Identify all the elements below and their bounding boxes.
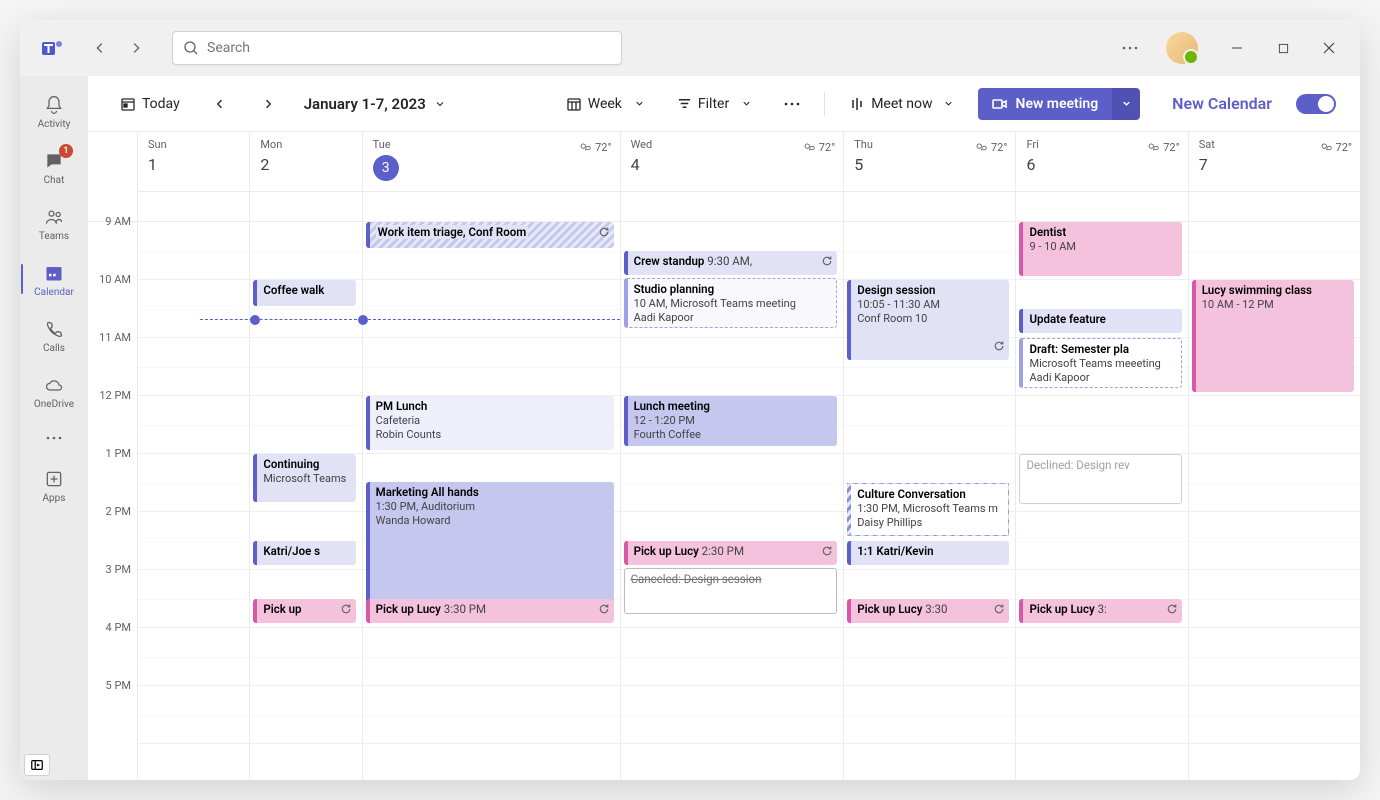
history-back-button[interactable] <box>84 32 116 64</box>
rail-apps[interactable]: Apps <box>21 458 87 512</box>
recurring-icon <box>821 255 833 271</box>
calendar-grid: 9 AM 10 AM 11 AM 12 PM 1 PM 2 PM 3 PM 4 … <box>88 132 1360 780</box>
event[interactable]: Lunch meeting12 - 1:20 PMFourth Coffee <box>624 396 838 446</box>
teams-app-icon <box>38 34 66 62</box>
date-range-picker[interactable]: January 1-7, 2023 <box>304 95 446 113</box>
event[interactable]: Work item triage, Conf Room <box>366 222 614 248</box>
history-forward-button[interactable] <box>120 32 152 64</box>
time-gutter: 9 AM 10 AM 11 AM 12 PM 1 PM 2 PM 3 PM 4 … <box>88 132 138 780</box>
day-column-mon[interactable]: Mon2 Coffee walk ContinuingMicrosoft Tea… <box>250 132 362 780</box>
recurring-icon <box>821 545 833 561</box>
day-column-thu[interactable]: Thu572° Design session10:05 - 11:30 AMCo… <box>844 132 1016 780</box>
new-meeting-button[interactable]: New meeting <box>978 88 1113 120</box>
prev-week-button[interactable] <box>204 88 236 120</box>
toolbar-more-button[interactable] <box>776 88 808 120</box>
event[interactable]: Canceled: Design session <box>624 568 838 614</box>
event[interactable]: ContinuingMicrosoft Teams <box>253 454 355 502</box>
event[interactable]: Pick up Lucy 3:30 PM <box>366 599 614 623</box>
event[interactable]: Studio planning10 AM, Microsoft Teams me… <box>624 278 838 328</box>
filter-button[interactable]: Filter <box>669 88 760 120</box>
event[interactable]: Pick up Lucy 2:30 PM <box>624 541 838 565</box>
day-column-fri[interactable]: Fri672° Dentist9 - 10 AM Update feature … <box>1016 132 1188 780</box>
search-input[interactable] <box>207 40 611 56</box>
event[interactable]: Design session10:05 - 11:30 AMConf Room … <box>847 280 1009 360</box>
search-box[interactable] <box>172 31 622 65</box>
user-avatar[interactable] <box>1166 32 1198 64</box>
event[interactable]: Katri/Joe s <box>253 541 355 565</box>
calendar-view-icon <box>566 96 582 112</box>
recurring-icon <box>993 603 1005 619</box>
day-column-wed[interactable]: Wed472° Crew standup 9:30 AM, Studio pla… <box>621 132 845 780</box>
weather-badge: 72° <box>1146 140 1179 154</box>
event[interactable]: Pick up <box>253 599 355 623</box>
chevron-down-icon <box>943 98 954 109</box>
rail-calls[interactable]: Calls <box>21 308 87 362</box>
rail-activity[interactable]: Activity <box>21 84 87 138</box>
chevron-down-icon <box>434 98 446 110</box>
phone-icon <box>44 319 64 339</box>
calendar-icon <box>44 263 64 283</box>
event[interactable]: Pick up Lucy 3:30 <box>847 599 1009 623</box>
rail-teams[interactable]: Teams <box>21 196 87 250</box>
recurring-icon <box>598 603 610 619</box>
day-column-tue[interactable]: Tue372° Work item triage, Conf Room PM L… <box>363 132 621 780</box>
new-meeting-split-button[interactable] <box>1112 88 1140 120</box>
view-selector[interactable]: Week <box>558 88 653 120</box>
chevron-down-icon <box>634 98 645 109</box>
meet-now-button[interactable]: Meet now <box>841 88 961 120</box>
people-icon <box>44 207 64 227</box>
event[interactable]: Coffee walk <box>253 280 355 306</box>
day-column-sat[interactable]: Sat772° Lucy swimming class10 AM - 12 PM <box>1189 132 1360 780</box>
app-rail: Activity 1Chat Teams Calendar Calls OneD… <box>20 76 88 780</box>
search-icon <box>183 40 199 56</box>
event[interactable]: Dentist9 - 10 AM <box>1019 222 1181 276</box>
event[interactable]: PM LunchCafeteriaRobin Counts <box>366 396 614 450</box>
titlebar-more-button[interactable] <box>1110 32 1150 64</box>
event[interactable]: Declined: Design rev <box>1019 454 1181 504</box>
window-close-button[interactable] <box>1306 32 1352 64</box>
calendar-today-icon <box>120 96 136 112</box>
video-icon <box>992 96 1008 112</box>
event[interactable]: Update feature <box>1019 309 1181 333</box>
event[interactable]: Crew standup 9:30 AM, <box>624 251 838 275</box>
weather-badge: 72° <box>974 140 1007 154</box>
event[interactable]: Draft: Semester plaMicrosoft Teams meeet… <box>1019 338 1181 388</box>
apps-icon <box>44 469 64 489</box>
recurring-icon <box>1166 603 1178 619</box>
chevron-down-icon <box>741 98 752 109</box>
rail-calendar[interactable]: Calendar <box>21 252 87 306</box>
recurring-icon <box>993 340 1005 356</box>
meet-now-icon <box>849 96 865 112</box>
ellipsis-icon <box>46 436 62 440</box>
today-button[interactable]: Today <box>112 88 188 120</box>
weather-badge: 72° <box>578 140 611 154</box>
chat-badge: 1 <box>59 144 73 158</box>
cloud-icon <box>44 375 64 395</box>
rail-chat[interactable]: 1Chat <box>21 140 87 194</box>
new-calendar-toggle[interactable] <box>1296 94 1336 114</box>
rail-more[interactable] <box>21 420 87 456</box>
window-minimize-button[interactable] <box>1214 32 1260 64</box>
rail-onedrive[interactable]: OneDrive <box>21 364 87 418</box>
calendar-toolbar: Today January 1-7, 2023 Week Filter Meet… <box>88 76 1360 132</box>
weather-badge: 72° <box>1319 140 1352 154</box>
day-column-sun[interactable]: Sun1 <box>138 132 250 780</box>
recurring-icon <box>340 603 352 619</box>
weather-badge: 72° <box>802 140 835 154</box>
filter-icon <box>677 96 692 111</box>
event[interactable]: Culture Conversation1:30 PM, Microsoft T… <box>847 483 1009 536</box>
bell-icon <box>44 95 64 115</box>
event[interactable]: 1:1 Katri/Kevin <box>847 541 1009 565</box>
event[interactable]: Lucy swimming class10 AM - 12 PM <box>1192 280 1354 392</box>
event[interactable]: Pick up Lucy 3: <box>1019 599 1181 623</box>
new-calendar-label: New Calendar <box>1172 94 1272 113</box>
titlebar <box>20 20 1360 76</box>
weather-icon <box>578 140 592 154</box>
window-maximize-button[interactable] <box>1260 32 1306 64</box>
recurring-icon <box>598 226 610 242</box>
next-week-button[interactable] <box>252 88 284 120</box>
